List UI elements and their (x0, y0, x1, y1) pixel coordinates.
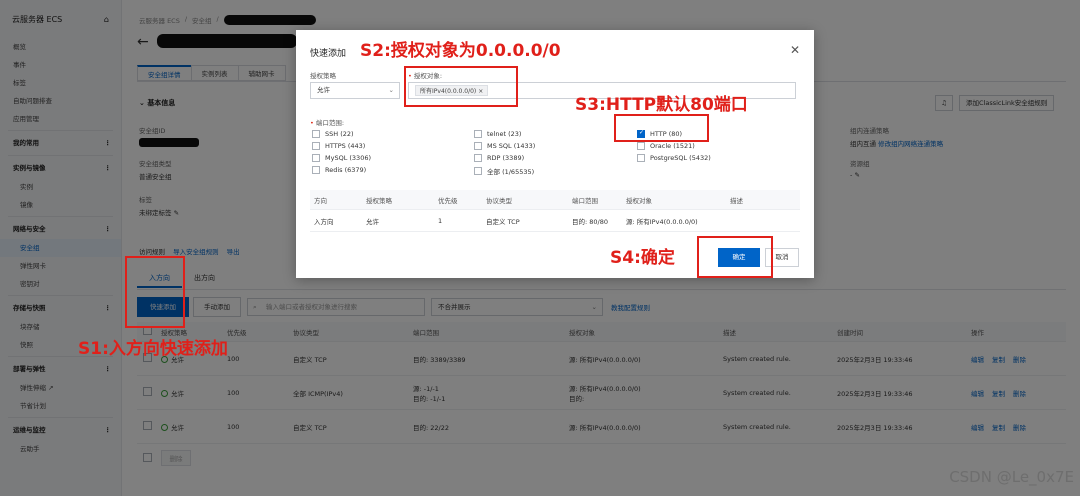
preview-th: 协议类型 (486, 196, 512, 205)
preview-header-row: 方向 授权策略 优先级 协议类型 端口范围 授权对象 描述 (310, 190, 800, 210)
preview-th: 端口范围 (572, 196, 598, 205)
port-checkbox[interactable] (474, 167, 482, 175)
port-option-postgresql[interactable]: PostgreSQL (5432) (637, 154, 711, 162)
port-checkbox[interactable] (312, 166, 320, 174)
port-option-label: telnet (23) (487, 130, 522, 138)
port-checkbox[interactable] (637, 154, 645, 162)
policy-label: 授权策略 (310, 72, 336, 80)
annotation-box-s3 (614, 114, 709, 142)
close-icon[interactable]: ✕ (790, 43, 800, 57)
dialog-title: 快速添加 (310, 49, 347, 59)
policy-select[interactable]: 允许 ⌄ (310, 82, 400, 99)
port-option-label: MySQL (3306) (325, 154, 371, 162)
annotation-s2: S2:授权对象为0.0.0.0/0 (360, 41, 561, 61)
policy-select-value: 允许 (317, 86, 330, 94)
port-option-mssql[interactable]: MS SQL (1433) (474, 142, 535, 150)
port-checkbox[interactable] (474, 142, 482, 150)
preview-cell: 允许 (366, 217, 379, 226)
port-option-label: Redis (6379) (325, 166, 367, 174)
preview-cell: 源: 所有IPv4(0.0.0.0/0) (626, 217, 698, 226)
port-option-oracle[interactable]: Oracle (1521) (637, 142, 695, 150)
preview-th: 优先级 (438, 196, 458, 205)
preview-th: 授权策略 (366, 196, 392, 205)
annotation-box-s4 (697, 236, 773, 278)
port-option-https[interactable]: HTTPS (443) (312, 142, 365, 150)
port-label: • 端口范围: (310, 117, 344, 127)
port-option-all[interactable]: 全部 (1/65535) (474, 166, 534, 176)
preview-cell: 1 (438, 216, 443, 225)
annotation-box-s1 (125, 256, 185, 328)
port-option-label: MS SQL (1433) (487, 142, 536, 150)
port-option-label: SSH (22) (325, 130, 354, 138)
port-option-redis[interactable]: Redis (6379) (312, 166, 366, 174)
port-option-label: Oracle (1521) (650, 142, 695, 150)
port-checkbox[interactable] (312, 130, 320, 138)
port-option-label: RDP (3389) (487, 154, 525, 162)
preview-cell: 目的: 80/80 (572, 217, 608, 226)
preview-cell: 入方向 (314, 217, 334, 226)
port-checkbox[interactable] (474, 154, 482, 162)
rule-preview-table: 方向 授权策略 优先级 协议类型 端口范围 授权对象 描述 入方向 允许 1 自… (310, 190, 800, 232)
preview-th: 描述 (730, 196, 743, 205)
watermark: CSDN @Le_0x7E (949, 468, 1074, 486)
port-option-mysql[interactable]: MySQL (3306) (312, 154, 371, 162)
annotation-s4: S4:确定 (610, 248, 675, 268)
annotation-s1: S1:入方向快速添加 (78, 339, 228, 359)
port-option-telnet[interactable]: telnet (23) (474, 130, 521, 138)
port-checkbox[interactable] (312, 154, 320, 162)
annotation-s3: S3:HTTP默认80端口 (575, 95, 748, 115)
chevron-down-icon: ⌄ (388, 86, 394, 94)
port-checkbox[interactable] (637, 142, 645, 150)
preview-th: 方向 (314, 196, 327, 205)
port-option-label: PostgreSQL (5432) (650, 154, 711, 162)
required-mark: • (310, 119, 314, 127)
port-checkbox[interactable] (474, 130, 482, 138)
port-label-text: 端口范围: (315, 119, 345, 127)
annotation-box-s2 (404, 66, 518, 107)
port-option-ssh[interactable]: SSH (22) (312, 130, 354, 138)
preview-cell: 自定义 TCP (486, 217, 520, 226)
preview-row: 入方向 允许 1 自定义 TCP 目的: 80/80 源: 所有IPv4(0.0… (310, 210, 800, 232)
port-option-label: 全部 (1/65535) (487, 168, 535, 176)
port-option-rdp[interactable]: RDP (3389) (474, 154, 524, 162)
port-checkbox[interactable] (312, 142, 320, 150)
port-option-label: HTTPS (443) (325, 142, 366, 150)
preview-th: 授权对象 (626, 196, 652, 205)
